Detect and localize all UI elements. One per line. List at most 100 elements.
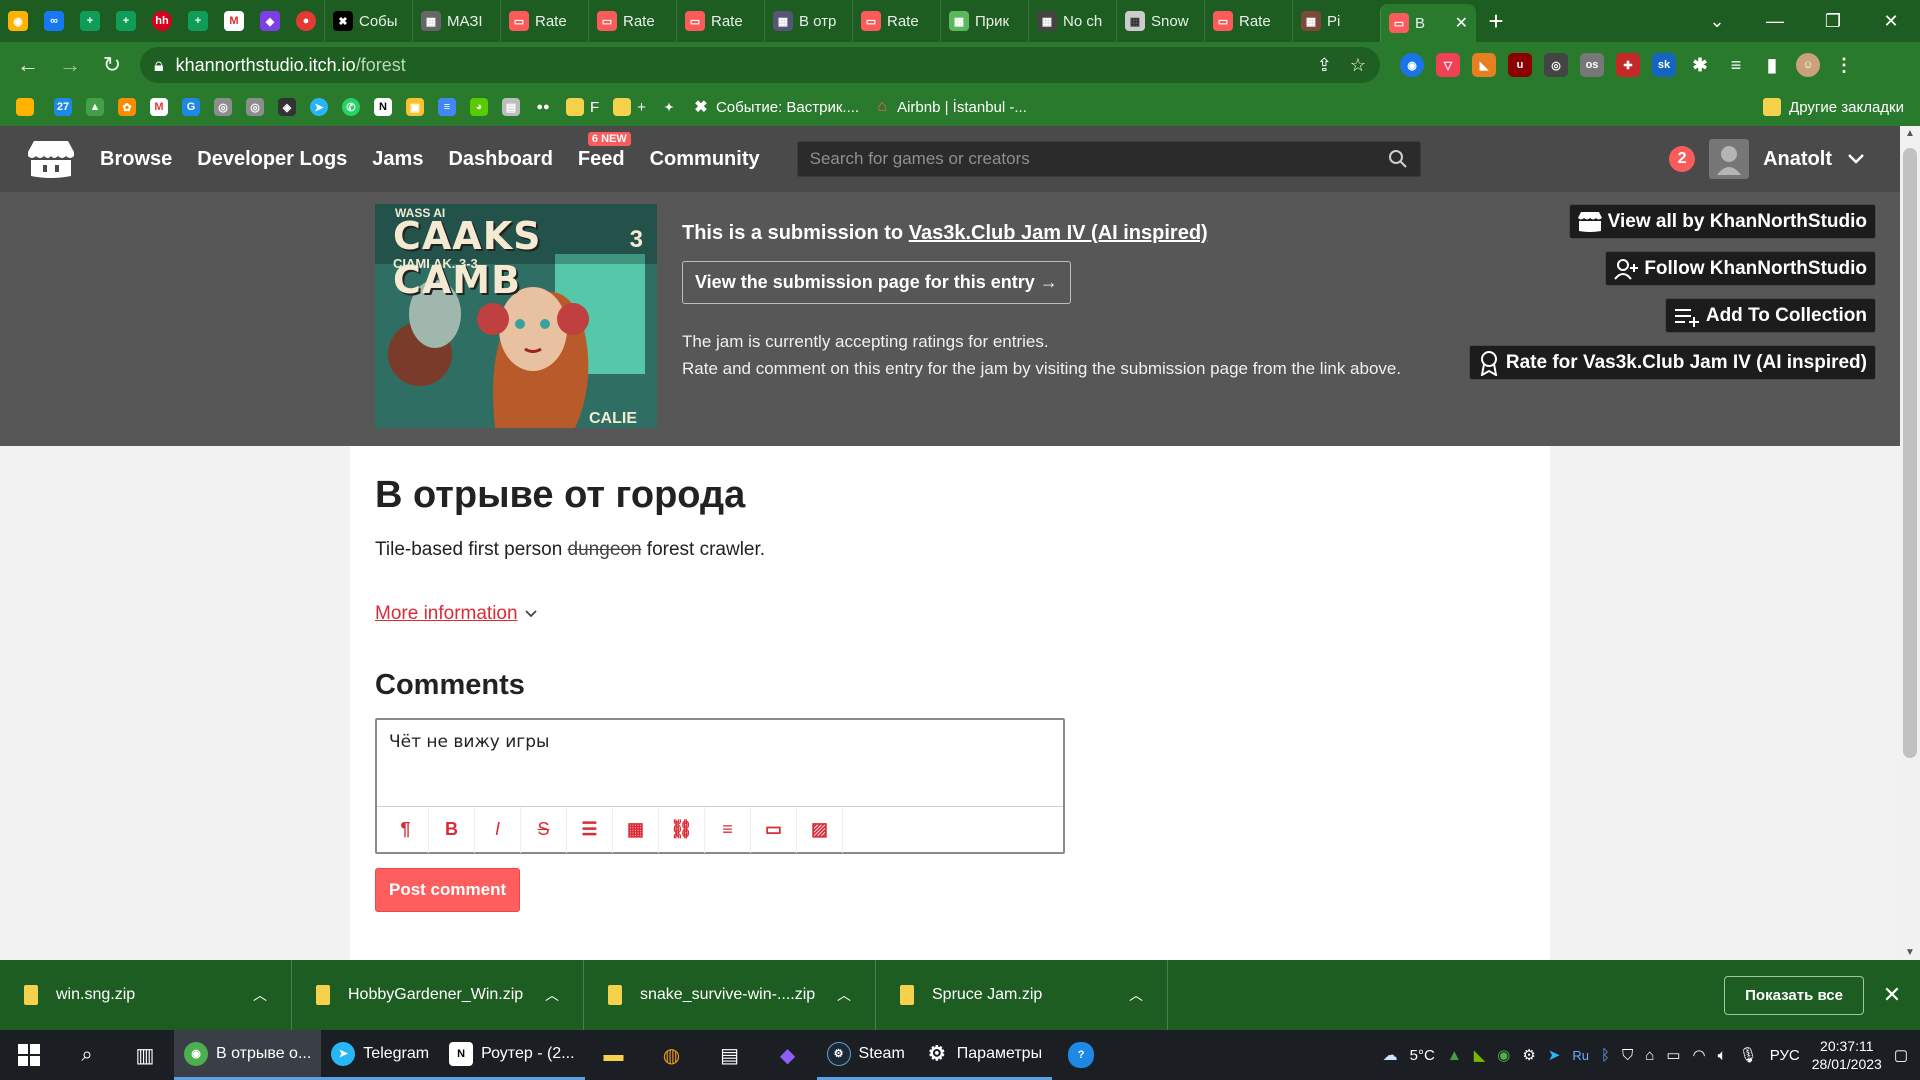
restore-icon[interactable]: ❐	[1804, 11, 1862, 32]
follow-button[interactable]: Follow KhanNorthStudio	[1605, 251, 1876, 286]
avatar[interactable]	[1709, 139, 1750, 179]
tab-7[interactable]: ▦ Прик	[940, 0, 1028, 42]
input-language[interactable]: РУС	[1770, 1047, 1800, 1064]
extension-icon[interactable]: ◉	[1400, 53, 1424, 77]
nav-jams[interactable]: Jams	[372, 148, 423, 171]
strikethrough-icon[interactable]: S	[521, 806, 567, 853]
bookmark-9[interactable]: ➤	[310, 98, 328, 116]
bookmark-11[interactable]: N	[374, 98, 392, 116]
explorer-icon[interactable]: ▬	[585, 1030, 643, 1080]
bookmark-19[interactable]: ✦	[660, 98, 678, 116]
tab-1[interactable]: ▦ МАЗІ	[412, 0, 500, 42]
tab-3[interactable]: ▭ Rate	[588, 0, 676, 42]
back-icon[interactable]: ←	[10, 47, 46, 83]
drive-tray-icon[interactable]: ▲	[1447, 1047, 1462, 1064]
steam-tray-icon[interactable]: ⚙	[1522, 1046, 1535, 1064]
bookmark-2[interactable]: ▲	[86, 98, 104, 116]
bookmark-airbnb[interactable]: ⌂ Airbnb | İstanbul -...	[873, 98, 1027, 116]
extension-icon[interactable]: ◎	[1544, 53, 1568, 77]
pinned-tab-1[interactable]: ◉	[0, 0, 36, 42]
tab-5[interactable]: ▦ В отр	[764, 0, 852, 42]
close-tab-icon[interactable]: ✕	[1455, 13, 1468, 33]
table-icon[interactable]: ▦	[613, 806, 659, 853]
bold-icon[interactable]: B	[429, 806, 475, 853]
taskbar-app-notion[interactable]: N Роутер - (2...	[439, 1030, 585, 1080]
new-tab-button[interactable]: +	[1476, 0, 1516, 42]
menu-icon[interactable]: ⋮	[1832, 53, 1856, 77]
share-icon[interactable]: ⇪	[1317, 55, 1332, 76]
pinned-tab-3[interactable]: +	[72, 0, 108, 42]
tab-2[interactable]: ▭ Rate	[500, 0, 588, 42]
close-download-bar-icon[interactable]: ✕	[1864, 982, 1920, 1008]
add-to-collection-button[interactable]: Add To Collection	[1664, 298, 1876, 333]
bookmark-3[interactable]: ✿	[118, 98, 136, 116]
chevron-up-icon[interactable]: ︿	[1129, 985, 1143, 1005]
taskbar-app-telegram[interactable]: ➤ Telegram	[321, 1030, 440, 1080]
search-icon[interactable]: ⌕	[58, 1030, 116, 1080]
pinned-tab-7[interactable]: M	[216, 0, 252, 42]
bookmark-star-icon[interactable]: ☆	[1350, 55, 1366, 76]
jam-link[interactable]: Vas3k.Club Jam IV (AI inspired)	[909, 222, 1208, 244]
address-bar[interactable]: 🔒︎ khannorthstudio.itch.io/forest ⇪ ☆	[140, 47, 1380, 83]
telegram-tray-icon[interactable]: ➤	[1548, 1046, 1561, 1064]
pinned-tab-8[interactable]: ◆	[252, 0, 288, 42]
clock[interactable]: 20:37:11 28/01/2023	[1812, 1037, 1882, 1073]
chevron-up-icon[interactable]: ︿	[545, 985, 559, 1005]
bookmark-folder-f[interactable]: F	[566, 98, 599, 116]
extension-icon[interactable]: os	[1580, 53, 1604, 77]
pinned-tab-6[interactable]: +	[180, 0, 216, 42]
other-bookmarks[interactable]: Другие закладки	[1763, 98, 1904, 116]
nav-developer-logs[interactable]: Developer Logs	[197, 148, 347, 171]
notes-icon[interactable]: ▤	[701, 1030, 759, 1080]
tab-9[interactable]: ▦ Snow	[1116, 0, 1204, 42]
media-icon[interactable]: ≡	[1724, 53, 1748, 77]
puzzle-icon[interactable]: ✱	[1688, 53, 1712, 77]
tab-10[interactable]: ▭ Rate	[1204, 0, 1292, 42]
ublock-icon[interactable]: u	[1508, 53, 1532, 77]
video-icon[interactable]: ▭	[751, 806, 797, 853]
bookmark-13[interactable]: ≡	[438, 98, 456, 116]
bookmark-6[interactable]: ◎	[214, 98, 232, 116]
pinned-tab-2[interactable]: ∞	[36, 0, 72, 42]
bookmark-15[interactable]: ▤	[502, 98, 520, 116]
taskbar-app-settings[interactable]: ⚙ Параметры	[914, 1030, 1053, 1080]
more-information-toggle[interactable]: More information	[375, 603, 1525, 625]
nav-feed[interactable]: 6 NEW Feed	[578, 131, 631, 171]
bookmark-10[interactable]: ✆	[342, 98, 360, 116]
download-item[interactable]: Spruce Jam.zip ︿	[876, 960, 1168, 1030]
weather-temp[interactable]: 5°C	[1410, 1047, 1435, 1064]
bookmark-folder-plus[interactable]: +	[613, 98, 646, 116]
extension-icon[interactable]: sk	[1652, 53, 1676, 77]
forward-icon[interactable]: →	[52, 47, 88, 83]
view-submission-button[interactable]: View the submission page for this entry …	[682, 261, 1071, 304]
post-comment-button[interactable]: Post comment	[375, 868, 521, 912]
chevron-up-icon[interactable]: ︿	[837, 985, 851, 1005]
scroll-up-icon[interactable]: ▲	[1905, 128, 1915, 139]
nav-browse[interactable]: Browse	[100, 148, 172, 171]
comment-input[interactable]: Чёт не вижу игры	[377, 720, 1063, 806]
bookmark-0[interactable]	[16, 98, 40, 116]
align-icon[interactable]: ≡	[705, 806, 751, 853]
minimize-icon[interactable]: —	[1746, 11, 1804, 32]
microphone-icon[interactable]: 🎙︎	[1739, 1046, 1758, 1064]
show-all-downloads-button[interactable]: Показать все	[1724, 975, 1864, 1015]
weather-icon[interactable]: ☁	[1383, 1046, 1398, 1064]
itch-logo-icon[interactable]	[28, 138, 74, 180]
search-icon[interactable]	[1388, 149, 1408, 169]
nvidia-icon[interactable]: ◣	[1474, 1046, 1486, 1064]
profile-avatar-icon[interactable]: ☺	[1796, 53, 1820, 77]
extension-icon[interactable]: ◣	[1472, 53, 1496, 77]
bookmark-8[interactable]: ◈	[278, 98, 296, 116]
bookmark-12[interactable]: ▣	[406, 98, 424, 116]
image-icon[interactable]: ▨	[797, 806, 843, 853]
notifications-icon[interactable]: ▢	[1894, 1046, 1908, 1064]
tab-8[interactable]: ▦ No ch	[1028, 0, 1116, 42]
bluetooth-icon[interactable]: ᛒ	[1601, 1047, 1610, 1064]
taskbar-app-steam[interactable]: ⚙ Steam	[816, 1030, 915, 1080]
download-item[interactable]: snake_survive-win-....zip ︿	[584, 960, 876, 1030]
start-button[interactable]	[0, 1044, 58, 1066]
chrome-tray-icon[interactable]: ◉	[1497, 1046, 1510, 1064]
chevron-up-icon[interactable]: ︿	[253, 985, 267, 1005]
nav-dashboard[interactable]: Dashboard	[448, 148, 552, 171]
link-icon[interactable]: ⛓︎	[659, 806, 705, 853]
